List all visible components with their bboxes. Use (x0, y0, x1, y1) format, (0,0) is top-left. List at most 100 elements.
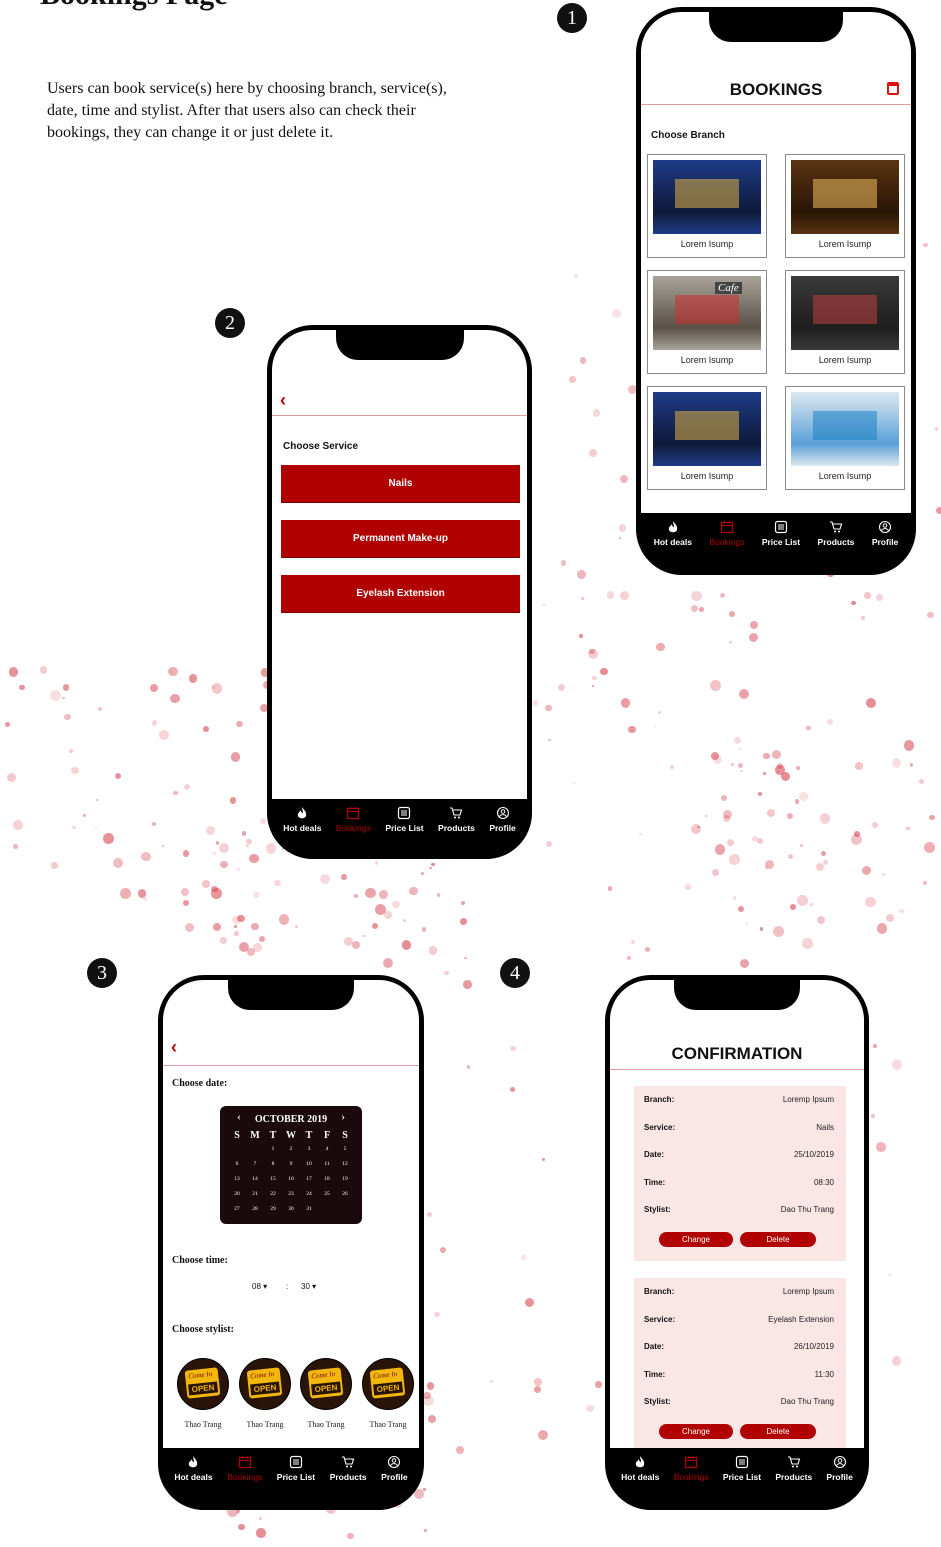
back-icon[interactable]: ‹ (171, 1037, 177, 1058)
service-button-nails[interactable]: Nails (281, 465, 520, 503)
splatter-dot (861, 865, 872, 876)
stylist-option[interactable]: Come In OPEN Thao Trang (362, 1358, 414, 1429)
calendar-icon (683, 1455, 699, 1469)
tab-price-list[interactable]: Price List (723, 1448, 761, 1510)
tab-profile[interactable]: Profile (872, 513, 898, 575)
tab-bookings[interactable]: Bookings (674, 1448, 709, 1510)
calendar-day[interactable]: 15 (264, 1173, 282, 1186)
tab-products[interactable]: Products (330, 1448, 367, 1510)
calendar-day[interactable]: 16 (282, 1173, 300, 1186)
tab-price-list[interactable]: Price List (762, 513, 800, 575)
tab-hot-deals[interactable]: Hot deals (174, 1448, 213, 1510)
calendar-day[interactable]: 13 (228, 1173, 246, 1186)
splatter-dot (619, 591, 629, 601)
splatter-dot (560, 560, 567, 566)
splatter-dot (749, 620, 758, 629)
delete-button[interactable]: Delete (740, 1424, 816, 1439)
calendar-day[interactable]: 18 (318, 1173, 336, 1186)
notch (335, 330, 464, 360)
tab-bookings[interactable]: Bookings (336, 799, 371, 859)
splatter-dot (654, 725, 657, 728)
splatter-dot (626, 955, 631, 960)
splatter-dot (463, 980, 472, 989)
tab-products[interactable]: Products (818, 513, 854, 575)
calendar-day[interactable]: 29 (264, 1203, 282, 1216)
calendar-icon (719, 520, 735, 534)
change-button[interactable]: Change (659, 1232, 733, 1247)
calendar-day[interactable]: 9 (282, 1158, 300, 1171)
next-month-icon[interactable]: › (341, 1111, 345, 1123)
calendar-day[interactable]: 17 (300, 1173, 318, 1186)
hour-select[interactable]: 08 ▾ (252, 1282, 267, 1291)
tab-bar: Hot deals Bookings Price List Products Profi… (272, 799, 527, 859)
back-icon[interactable]: ‹ (280, 390, 286, 411)
branch-card[interactable]: Lorem Isump (647, 154, 767, 258)
splatter-dot (51, 861, 59, 869)
calendar-day[interactable]: 12 (336, 1158, 354, 1171)
tab-bookings[interactable]: Bookings (227, 1448, 262, 1510)
service-button-eyelash-extension[interactable]: Eyelash Extension (281, 575, 520, 613)
stylist-option[interactable]: Come In OPEN Thao Trang (300, 1358, 352, 1429)
minute-select[interactable]: 30 ▾ (301, 1282, 316, 1291)
tab-price-list[interactable]: Price List (277, 1448, 315, 1510)
tab-products[interactable]: Products (775, 1448, 812, 1510)
calendar-day[interactable]: 7 (246, 1158, 264, 1171)
calendar-day[interactable]: 31 (300, 1203, 318, 1216)
splatter-dot (420, 872, 424, 876)
calendar-widget: ‹ OCTOBER 2019 › S M T W T F S 1 2 3 4 5 6 7 8 9 10 11 12 1… (220, 1106, 362, 1224)
tab-hot-deals[interactable]: Hot deals (283, 799, 321, 859)
calendar-day[interactable]: 3 (300, 1143, 318, 1156)
calendar-day[interactable]: 23 (282, 1188, 300, 1201)
splatter-dot (114, 772, 122, 780)
calendar-day[interactable]: 25 (318, 1188, 336, 1201)
branch-card[interactable]: Lorem Isump (785, 270, 905, 374)
stylist-option[interactable]: Come In OPEN Thao Trang (177, 1358, 229, 1429)
branch-card[interactable]: Lorem Isump (647, 386, 767, 490)
calendar-day[interactable]: 21 (246, 1188, 264, 1201)
tab-products[interactable]: Products (438, 799, 475, 859)
calendar-day[interactable]: 10 (300, 1158, 318, 1171)
calendar-icon (237, 1455, 253, 1469)
tab-profile[interactable]: Profile (489, 799, 516, 859)
calendar-day[interactable]: 30 (282, 1203, 300, 1216)
branch-card[interactable]: Lorem Isump (785, 154, 905, 258)
service-button-permanent-make-up[interactable]: Permanent Make-up (281, 520, 520, 558)
tab-price-list[interactable]: Price List (385, 799, 424, 859)
splatter-dot (620, 698, 631, 708)
calendar-day[interactable]: 20 (228, 1188, 246, 1201)
calendar-day[interactable]: 11 (318, 1158, 336, 1171)
calendar-day[interactable]: 19 (336, 1173, 354, 1186)
splatter-dot (542, 603, 545, 607)
splatter-dot (712, 868, 720, 876)
calendar-day[interactable]: 24 (300, 1188, 318, 1201)
branch-photo-detail (674, 178, 740, 209)
splatter-dot (871, 1113, 876, 1118)
splatter-dot (170, 693, 181, 704)
calendar-day[interactable]: 14 (246, 1173, 264, 1186)
calendar-day[interactable]: 5 (336, 1143, 354, 1156)
notch (709, 12, 843, 42)
splatter-dot (759, 927, 764, 931)
splatter-dot (180, 887, 189, 896)
splatter-dot (628, 725, 636, 734)
calendar-day[interactable]: 2 (282, 1143, 300, 1156)
calendar-day[interactable]: 28 (246, 1203, 264, 1216)
tab-bookings[interactable]: Bookings (709, 513, 744, 575)
tab-hot-deals[interactable]: Hot deals (654, 513, 692, 575)
tab-hot-deals[interactable]: Hot deals (621, 1448, 659, 1510)
branch-card[interactable]: Cafe Lorem Isump (647, 270, 767, 374)
change-button[interactable]: Change (659, 1424, 733, 1439)
calendar-day[interactable]: 1 (264, 1143, 282, 1156)
calendar-day[interactable]: 26 (336, 1188, 354, 1201)
tab-profile[interactable]: Profile (826, 1448, 853, 1510)
stylist-option[interactable]: Come In OPEN Thao Trang (239, 1358, 291, 1429)
delete-button[interactable]: Delete (740, 1232, 816, 1247)
calendar-day[interactable]: 22 (264, 1188, 282, 1201)
calendar-icon[interactable] (887, 82, 899, 95)
calendar-day[interactable]: 6 (228, 1158, 246, 1171)
calendar-day[interactable]: 27 (228, 1203, 246, 1216)
branch-card[interactable]: Lorem Isump (785, 386, 905, 490)
tab-profile[interactable]: Profile (381, 1448, 408, 1510)
calendar-day[interactable]: 8 (264, 1158, 282, 1171)
calendar-day[interactable]: 4 (318, 1143, 336, 1156)
